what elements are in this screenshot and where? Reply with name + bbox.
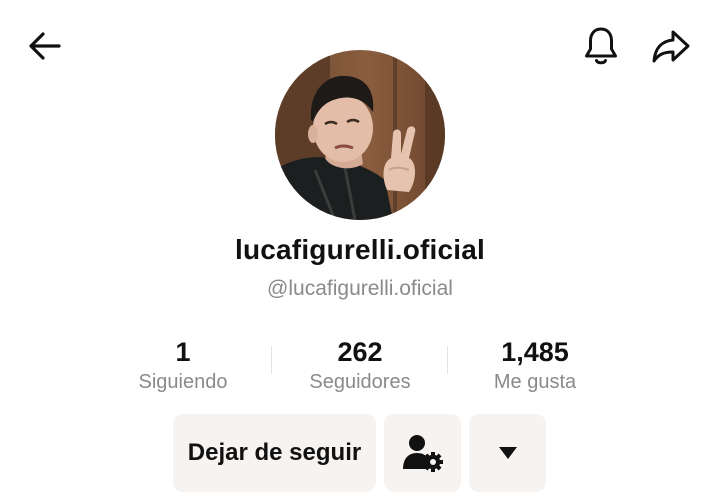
followers-count: 262 (337, 337, 383, 367)
display-name: lucafigurelli.oficial (234, 234, 486, 265)
followers-stat[interactable]: 262 Seguidores (270, 336, 450, 396)
notifications-button[interactable] (577, 22, 625, 70)
likes-count: 1,485 (501, 337, 569, 367)
share-icon (652, 30, 690, 63)
username-handle: @lucafigurelli.oficial (267, 277, 453, 300)
following-stat[interactable]: 1 Siguiendo (93, 336, 273, 396)
arrow-left-icon (29, 32, 61, 60)
followers-label: Seguidores (309, 371, 411, 393)
suggested-accounts-button[interactable] (384, 414, 461, 492)
avatar[interactable] (275, 50, 445, 220)
more-options-button[interactable] (469, 414, 546, 492)
person-gear-icon (402, 435, 443, 472)
likes-label: Me gusta (493, 371, 577, 393)
caret-down-icon (498, 447, 517, 459)
back-button[interactable] (21, 22, 69, 70)
share-button[interactable] (647, 22, 695, 70)
following-label: Siguiendo (138, 371, 228, 393)
profile-photo (275, 50, 445, 220)
following-count: 1 (175, 337, 191, 367)
bell-icon (585, 27, 617, 65)
unfollow-button[interactable]: Dejar de seguir (173, 414, 376, 492)
likes-stat[interactable]: 1,485 Me gusta (445, 336, 625, 396)
